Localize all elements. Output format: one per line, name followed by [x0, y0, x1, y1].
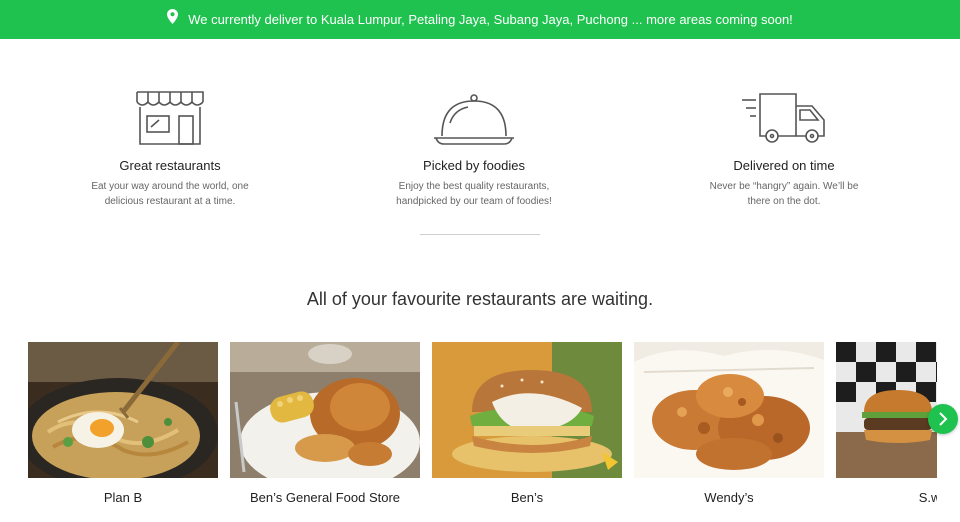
delivery-truck-icon — [684, 84, 884, 146]
feature-description-line: there on the dot. — [747, 196, 821, 207]
restaurants-heading: All of your favourite restaurants are wa… — [306, 289, 654, 309]
feature-title: Delivered on time — [733, 158, 835, 173]
feature-title: Great restaurants — [119, 158, 221, 173]
restaurant-photo — [432, 342, 622, 478]
feature-description-line: Eat your way around the world, one — [91, 181, 249, 192]
carousel-next-button[interactable] — [928, 404, 958, 434]
feature-description: Never be “hangry” again. We’ll be there … — [684, 179, 884, 209]
restaurant-carousel: Plan B Ben’s General Food Store Ben’s We… — [28, 342, 937, 517]
restaurant-name[interactable]: Plan B — [28, 490, 218, 505]
restaurant-photo — [230, 342, 420, 478]
restaurant-name[interactable]: Ben’s — [432, 490, 622, 505]
feature-great-restaurants: Great restaurants Eat your way around th… — [70, 84, 270, 209]
restaurant-card[interactable]: Plan B — [28, 342, 218, 517]
feature-description: Eat your way around the world, one delic… — [70, 179, 270, 209]
feature-description-line: Never be “hangry” again. We’ll be — [709, 181, 859, 192]
location-pin-icon — [167, 9, 179, 24]
section-divider — [420, 234, 540, 235]
restaurant-card[interactable]: Ben’s General Food Store — [230, 342, 420, 517]
restaurant-photo — [634, 342, 824, 478]
restaurant-card[interactable]: S.wi — [836, 342, 937, 517]
feature-description-line: Enjoy the best quality restaurants, — [398, 181, 550, 192]
feature-description: Enjoy the best quality restaurants, hand… — [374, 179, 574, 209]
storefront-icon — [70, 84, 270, 146]
restaurant-photo — [28, 342, 218, 478]
chevron-right-icon — [938, 412, 948, 426]
feature-picked-by-foodies: Picked by foodies Enjoy the best quality… — [374, 84, 574, 209]
delivery-area-banner: We currently deliver to Kuala Lumpur, Pe… — [0, 0, 960, 39]
feature-description-line: delicious restaurant at a time. — [104, 196, 236, 207]
feature-title: Picked by foodies — [423, 158, 525, 173]
restaurant-card[interactable]: Wendy’s — [634, 342, 824, 517]
feature-description-line: handpicked by our team of foodies! — [396, 196, 552, 207]
banner-text: We currently deliver to Kuala Lumpur, Pe… — [188, 12, 793, 27]
restaurant-card[interactable]: Ben’s — [432, 342, 622, 517]
restaurant-name[interactable]: S.wi — [836, 490, 937, 505]
restaurant-name[interactable]: Ben’s General Food Store — [230, 490, 420, 505]
restaurant-photo — [836, 342, 937, 478]
feature-delivered-on-time: Delivered on time Never be “hangry” agai… — [684, 84, 884, 209]
restaurant-name[interactable]: Wendy’s — [634, 490, 824, 505]
food-cloche-icon — [374, 84, 574, 146]
